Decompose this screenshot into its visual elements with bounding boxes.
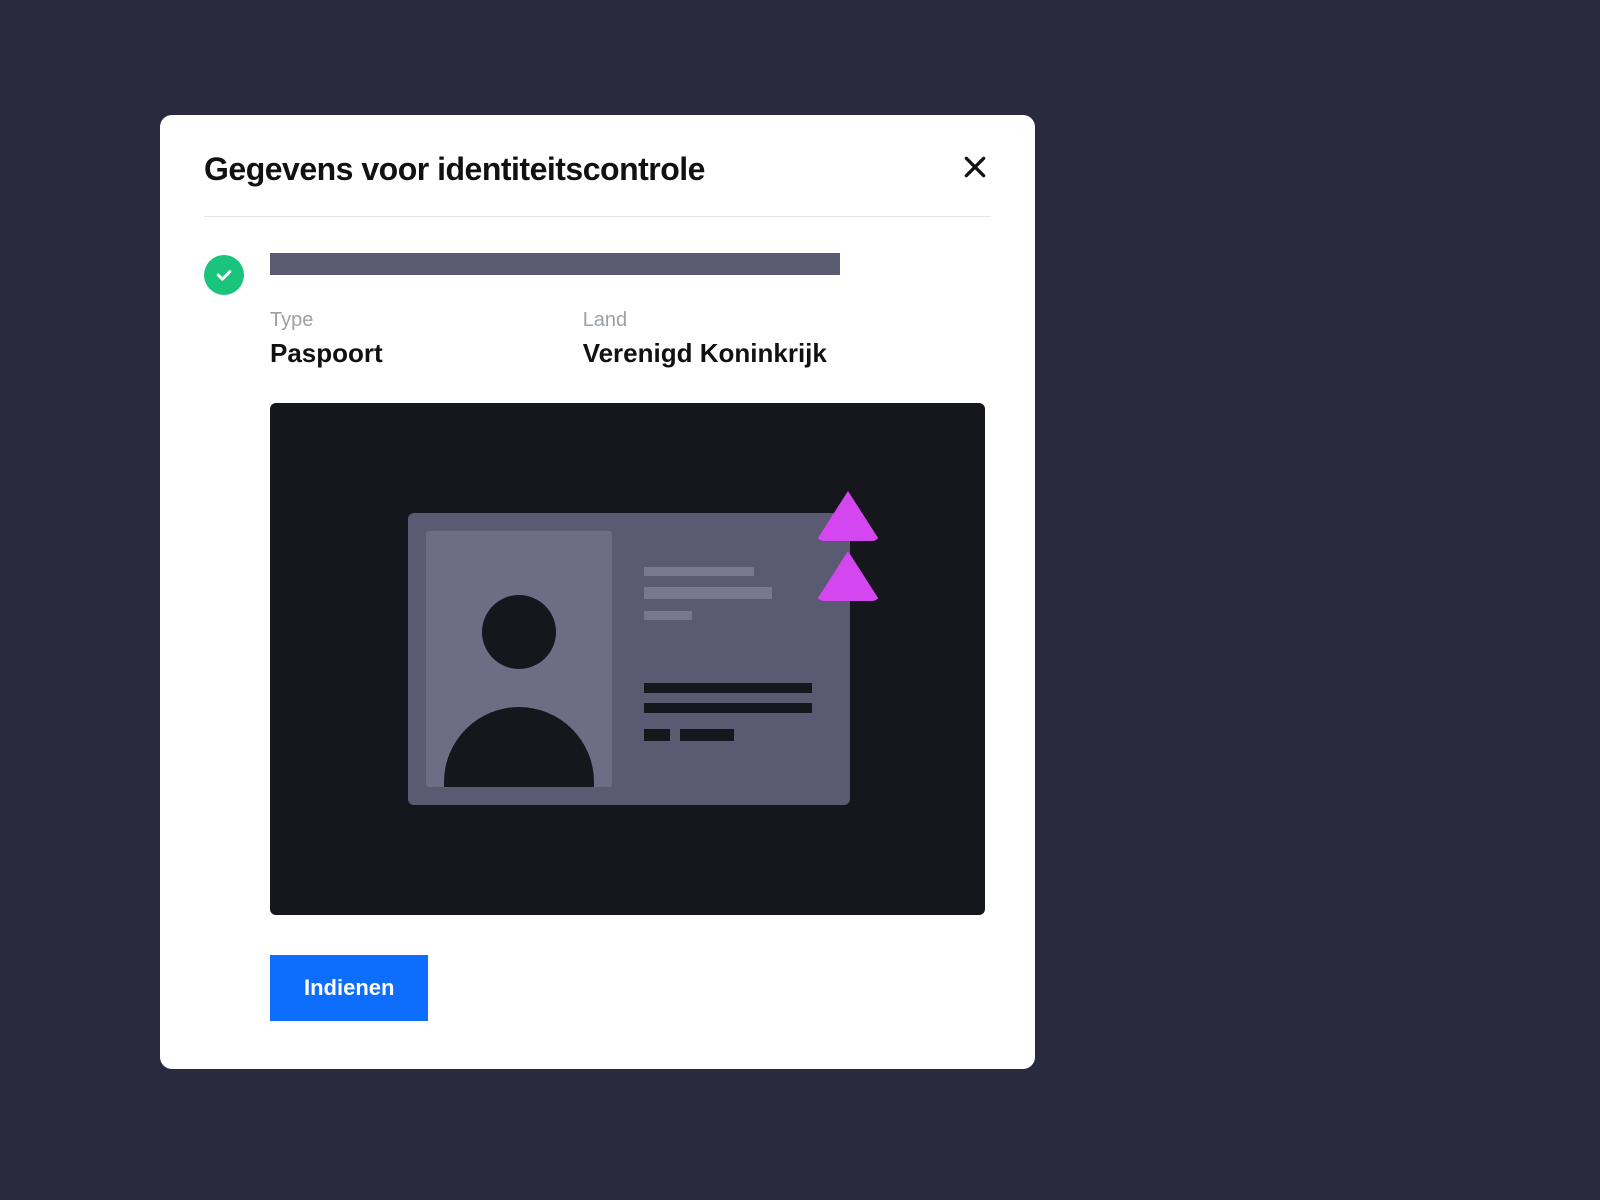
country-field: Land Verenigd Koninkrijk: [583, 309, 827, 369]
meta-row: Type Paspoort Land Verenigd Koninkrijk: [270, 309, 991, 369]
check-icon: [214, 265, 234, 285]
submit-button[interactable]: Indienen: [270, 955, 428, 1021]
type-value: Paspoort: [270, 338, 383, 369]
modal-title: Gegevens voor identiteitscontrole: [204, 151, 705, 188]
type-label: Type: [270, 309, 383, 332]
country-value: Verenigd Koninkrijk: [583, 338, 827, 369]
warning-triangle-icon: [816, 551, 880, 601]
placeholder-line: [644, 611, 692, 620]
close-icon: [962, 154, 988, 180]
warning-triangle-icon: [816, 491, 880, 541]
main-column: Type Paspoort Land Verenigd Koninkrijk: [270, 253, 991, 1021]
placeholder-line: [644, 683, 812, 693]
placeholder-line: [644, 703, 812, 713]
modal-content: Type Paspoort Land Verenigd Koninkrijk: [204, 217, 991, 1021]
close-button[interactable]: [959, 151, 991, 183]
placeholder-line: [680, 729, 734, 741]
success-badge: [204, 255, 244, 295]
placeholder-line: [644, 729, 670, 741]
country-label: Land: [583, 309, 827, 332]
person-icon: [444, 707, 594, 787]
type-field: Type Paspoort: [270, 309, 383, 369]
person-icon: [482, 595, 556, 669]
id-card-illustration: [408, 513, 850, 805]
placeholder-line: [644, 587, 772, 599]
placeholder-line: [644, 567, 754, 576]
redacted-text: [270, 253, 840, 275]
modal-header: Gegevens voor identiteitscontrole: [204, 151, 991, 217]
photo-placeholder: [426, 531, 612, 787]
document-preview: [270, 403, 985, 915]
identity-check-modal: Gegevens voor identiteitscontrole Type P…: [160, 115, 1035, 1069]
